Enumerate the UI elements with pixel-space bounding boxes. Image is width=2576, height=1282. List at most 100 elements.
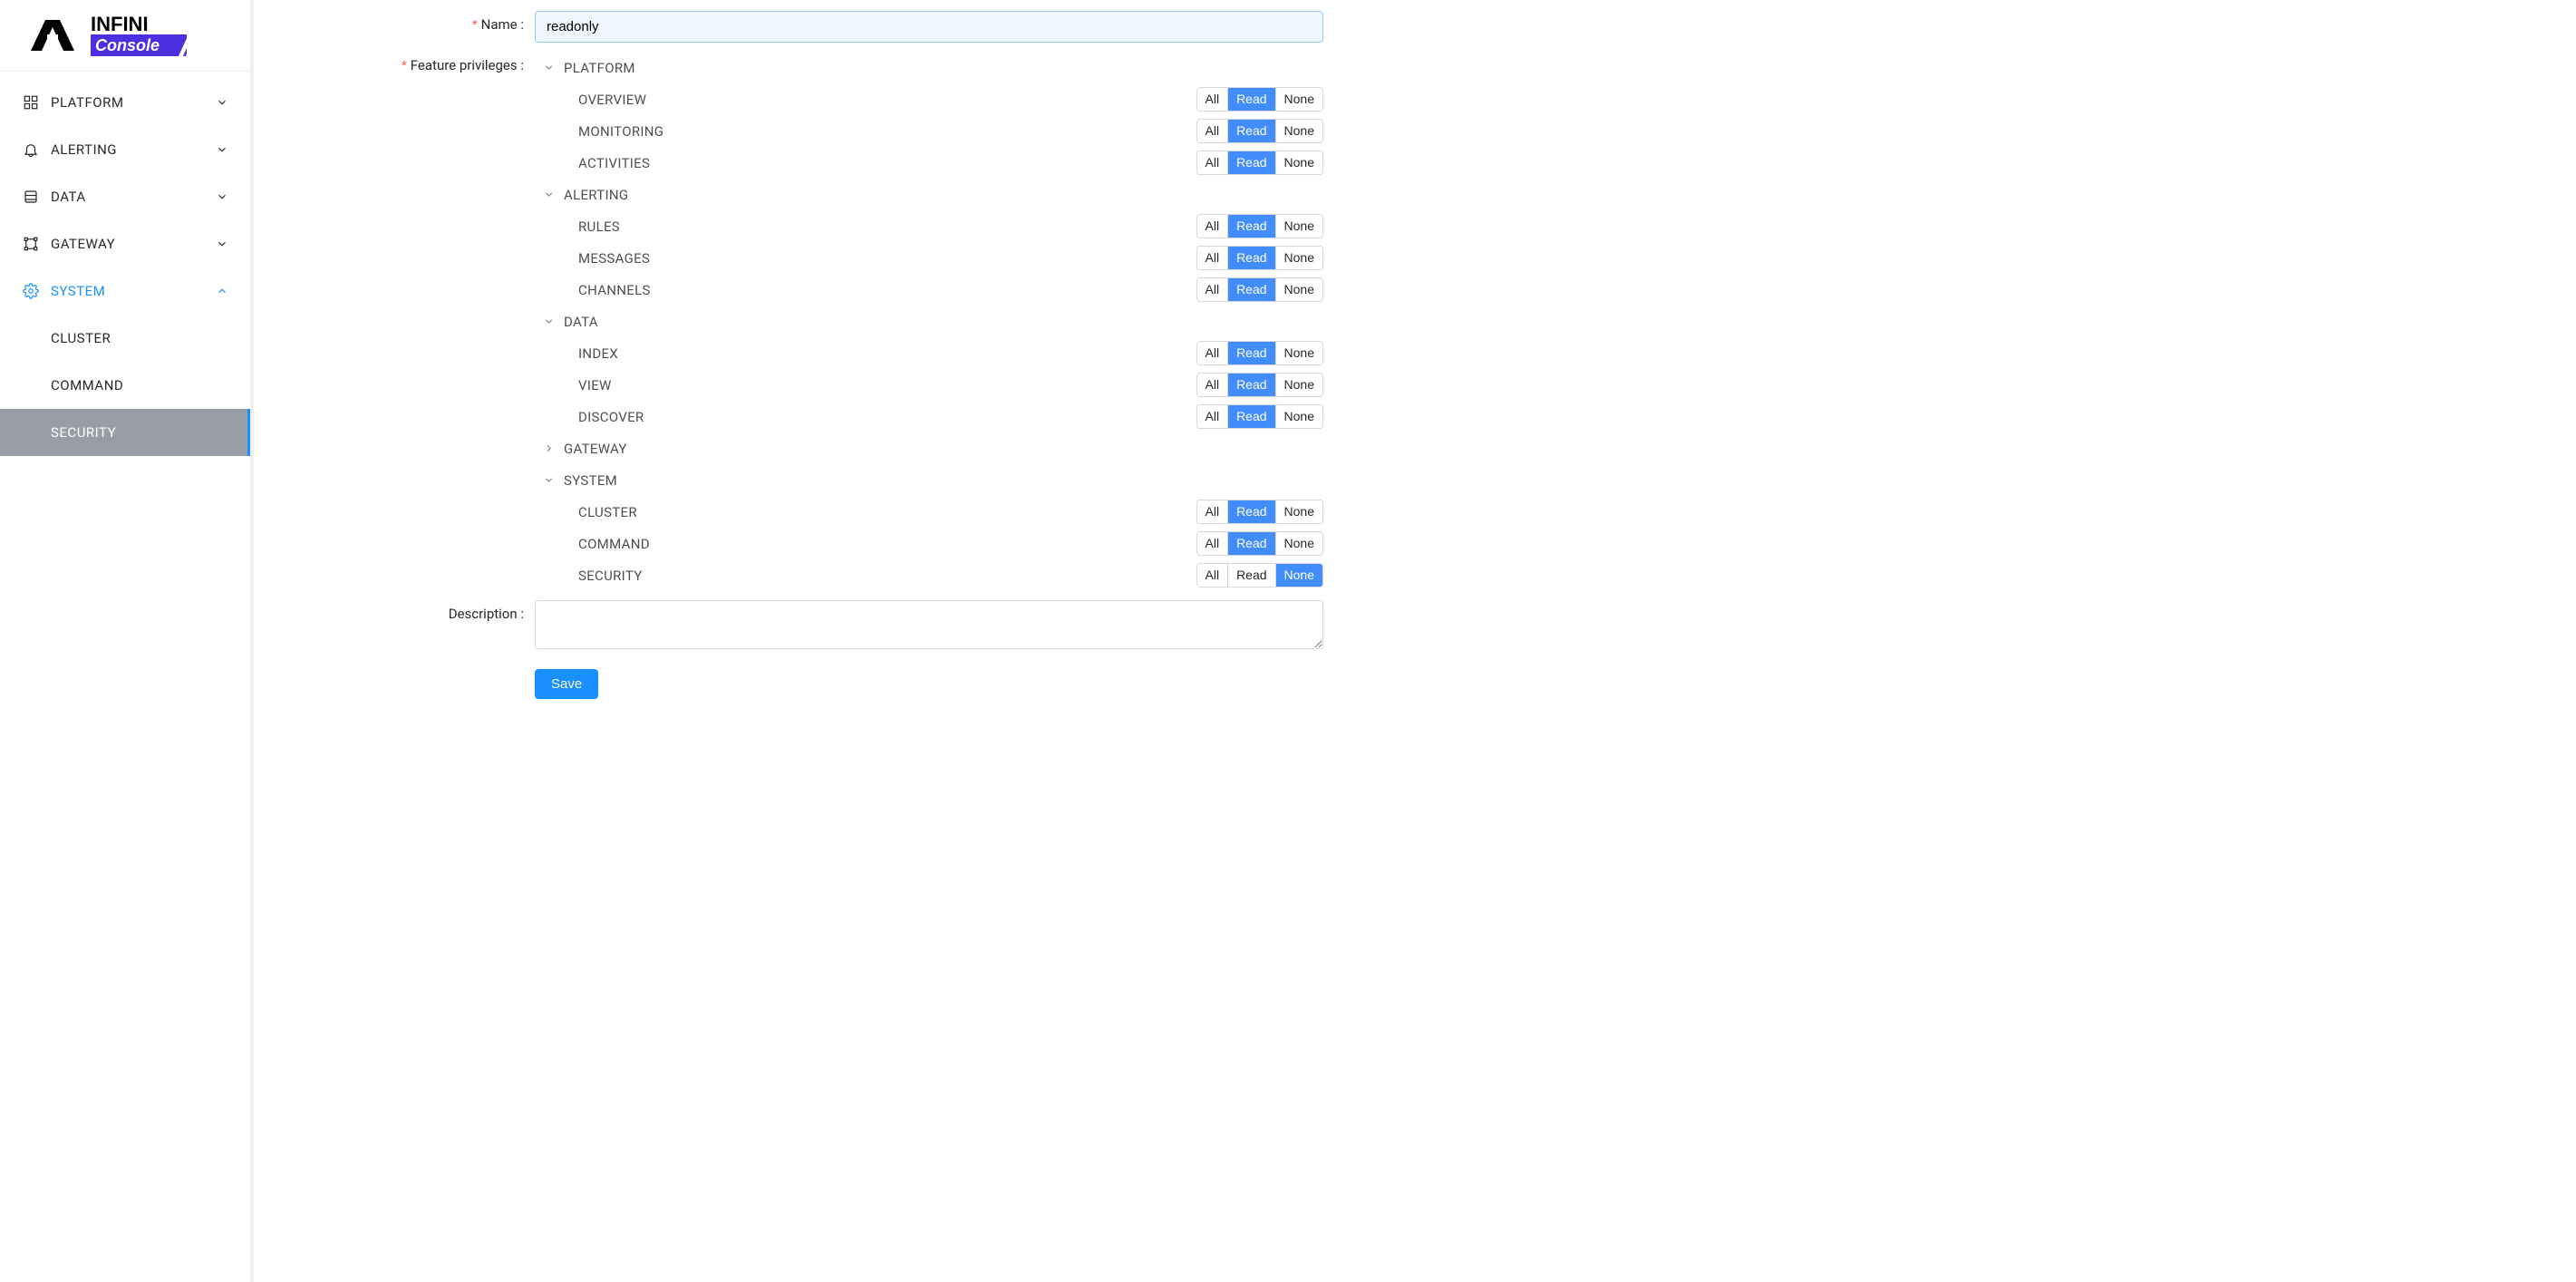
brand-line2: Console [95,36,160,54]
privilege-item-label: ACTIVITIES [578,155,1196,171]
seg-none-button[interactable]: None [1276,532,1322,555]
sidebar-item-gateway[interactable]: GATEWAY [0,220,250,267]
chevron-down-icon[interactable] [542,62,555,74]
sidebar-subitem-command[interactable]: COMMAND [0,362,250,409]
seg-none-button[interactable]: None [1276,247,1322,269]
privilege-item-label: COMMAND [578,536,1196,552]
privilege-item-row: COMMANDAllReadNone [535,528,1323,559]
privilege-tree: PLATFORMOVERVIEWAllReadNoneMONITORINGAll… [535,52,1323,591]
privilege-item-row: CHANNELSAllReadNone [535,274,1323,306]
chevron-down-icon[interactable] [542,316,555,328]
seg-all-button[interactable]: All [1197,374,1229,396]
privilege-item-label: DISCOVER [578,409,1196,425]
privilege-item-row: RULESAllReadNone [535,210,1323,242]
main-content: *Name *Feature privileges PLATFORMOVERVI… [254,0,2576,1282]
privilege-item-row: OVERVIEWAllReadNone [535,83,1323,115]
seg-read-button[interactable]: Read [1228,88,1275,111]
seg-all-button[interactable]: All [1197,405,1229,428]
name-label: *Name [308,11,535,33]
sidebar-item-label: PLATFORM [51,94,216,111]
sidebar-item-data[interactable]: DATA [0,173,250,220]
privilege-item-label: VIEW [578,377,1196,393]
seg-all-button[interactable]: All [1197,278,1229,301]
seg-all-button[interactable]: All [1197,151,1229,174]
description-label: Description [308,600,535,622]
privilege-item-row: INDEXAllReadNone [535,337,1323,369]
sidebar-subitem-security[interactable]: SECURITY [0,409,250,456]
privilege-group-gateway[interactable]: GATEWAY [535,432,1323,464]
privilege-segment: AllReadNone [1196,214,1324,238]
seg-none-button[interactable]: None [1276,88,1322,111]
privilege-item-label: CHANNELS [578,282,1196,298]
seg-read-button[interactable]: Read [1228,120,1275,142]
database-icon [22,188,40,206]
seg-read-button[interactable]: Read [1228,215,1275,238]
privilege-item-row: MESSAGESAllReadNone [535,242,1323,274]
seg-none-button[interactable]: None [1276,374,1322,396]
chevron-down-icon [216,238,228,250]
sidebar-item-system[interactable]: SYSTEM [0,267,250,315]
brand-line1: INFINI [91,13,149,35]
sidebar-subitem-label: COMMAND [51,377,123,393]
sidebar-subitem-label: SECURITY [51,424,116,441]
privilege-segment: AllReadNone [1196,119,1324,143]
seg-none-button[interactable]: None [1276,120,1322,142]
privilege-group-data[interactable]: DATA [535,306,1323,337]
seg-read-button[interactable]: Read [1228,342,1275,364]
gear-icon [22,282,40,300]
sidebar-item-platform[interactable]: PLATFORM [0,79,250,126]
seg-read-button[interactable]: Read [1228,374,1275,396]
privilege-group-alerting[interactable]: ALERTING [535,179,1323,210]
seg-all-button[interactable]: All [1197,120,1229,142]
privilege-item-label: RULES [578,219,1196,235]
seg-read-button[interactable]: Read [1228,564,1275,587]
seg-none-button[interactable]: None [1276,405,1322,428]
seg-read-button[interactable]: Read [1228,405,1275,428]
seg-all-button[interactable]: All [1197,564,1229,587]
sidebar-item-label: SYSTEM [51,283,216,299]
save-button[interactable]: Save [535,669,598,699]
chevron-right-icon[interactable] [542,442,555,455]
seg-read-button[interactable]: Read [1228,247,1275,269]
seg-read-button[interactable]: Read [1228,532,1275,555]
privilege-item-label: SECURITY [578,568,1196,584]
seg-none-button[interactable]: None [1276,151,1322,174]
privilege-item-row: VIEWAllReadNone [535,369,1323,401]
seg-all-button[interactable]: All [1197,88,1229,111]
privilege-item-row: MONITORINGAllReadNone [535,115,1323,147]
seg-all-button[interactable]: All [1197,342,1229,364]
seg-all-button[interactable]: All [1197,532,1229,555]
privilege-group-system[interactable]: SYSTEM [535,464,1323,496]
seg-all-button[interactable]: All [1197,500,1229,523]
seg-all-button[interactable]: All [1197,247,1229,269]
privilege-item-label: MONITORING [578,123,1196,140]
privilege-item-row: ACTIVITIESAllReadNone [535,147,1323,179]
description-textarea[interactable] [535,600,1323,649]
seg-read-button[interactable]: Read [1228,500,1275,523]
seg-none-button[interactable]: None [1276,342,1322,364]
privilege-segment: AllReadNone [1196,563,1324,588]
privilege-segment: AllReadNone [1196,151,1324,175]
seg-none-button[interactable]: None [1276,215,1322,238]
privilege-group-label: ALERTING [564,187,628,203]
brand-logo[interactable]: INFINI Console [0,0,250,72]
seg-none-button[interactable]: None [1276,278,1322,301]
seg-none-button[interactable]: None [1276,564,1322,587]
privilege-item-row: SECURITYAllReadNone [535,559,1323,591]
seg-none-button[interactable]: None [1276,500,1322,523]
name-input[interactable] [535,11,1323,43]
sidebar: INFINI Console PLATFORM [0,0,254,1282]
seg-read-button[interactable]: Read [1228,151,1275,174]
chevron-down-icon[interactable] [542,189,555,201]
privilege-item-row: DISCOVERAllReadNone [535,401,1323,432]
privilege-segment: AllReadNone [1196,373,1324,397]
privilege-group-platform[interactable]: PLATFORM [535,52,1323,83]
sidebar-item-alerting[interactable]: ALERTING [0,126,250,173]
chevron-down-icon[interactable] [542,474,555,487]
seg-read-button[interactable]: Read [1228,278,1275,301]
sidebar-item-label: GATEWAY [51,236,216,252]
sidebar-menu: PLATFORM ALERTING DATA GATEWAY SYSTEM [0,72,250,456]
seg-all-button[interactable]: All [1197,215,1229,238]
privilege-segment: AllReadNone [1196,87,1324,112]
sidebar-subitem-cluster[interactable]: CLUSTER [0,315,250,362]
